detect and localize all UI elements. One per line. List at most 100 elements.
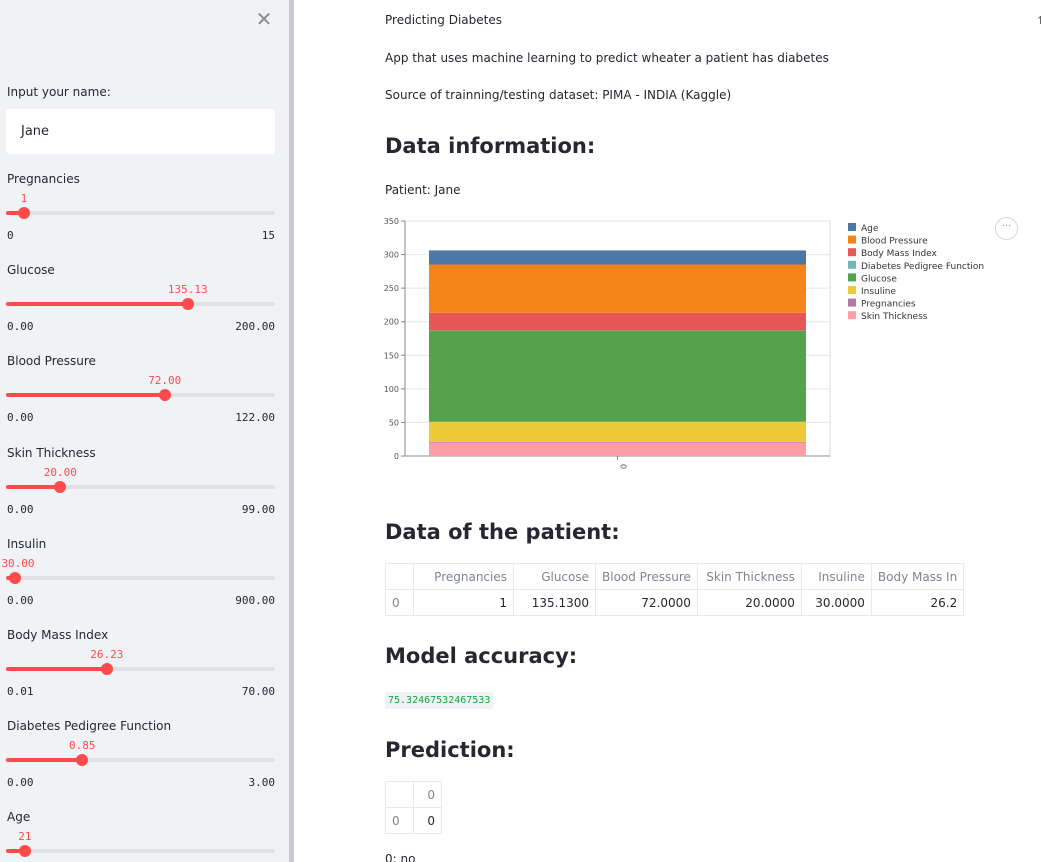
column-header[interactable]: Skin Thickness [696,563,802,590]
legend-swatch [848,260,856,269]
slider[interactable]: 135.13 [6,283,275,323]
accuracy-value: 75.32467532467533 [385,692,494,709]
y-tick-label: 150 [384,351,399,360]
slider-label: Insulin [7,537,47,551]
bar-segment [429,421,806,442]
column-header[interactable]: Pregnancies [413,563,514,590]
bar-segment [429,442,806,456]
slider-fill [6,302,188,306]
column-header[interactable] [385,781,414,808]
slider-thumb[interactable] [181,298,194,310]
slider-max: 200.00 [235,320,275,333]
slider-thumb[interactable] [8,572,21,584]
y-tick-label: 350 [384,217,399,226]
table-cell[interactable]: 1 [413,589,514,616]
slider-min: 0.00 [7,594,34,607]
row-index[interactable]: 0 [385,589,414,616]
slider-fill [6,758,83,762]
app-description: App that uses machine learning to predic… [385,51,829,65]
bar-segment [429,312,806,331]
slider[interactable]: 1 [6,192,275,232]
sidebar-resize-handle[interactable] [289,0,294,862]
table-row: 0 1 135.1300 72.0000 20.0000 30.0000 26.2 [385,589,965,616]
legend-swatch [848,248,856,257]
legend-label: Insuline [861,287,896,297]
slider-max: 3.00 [248,776,276,789]
column-header[interactable]: Blood Pressure [595,563,698,590]
slider-thumb[interactable] [100,663,113,675]
slider-thumb[interactable] [158,389,171,401]
legend-swatch [848,286,856,294]
slider[interactable]: 0.85 [6,739,275,779]
slider[interactable]: 30.00 [1,557,275,597]
column-header[interactable]: Body Mass In [870,563,965,590]
slider-track[interactable] [6,576,275,580]
slider-track[interactable] [6,211,275,215]
slider-label: Age [7,810,31,824]
bar-segment [429,331,806,422]
page-title: Predicting Diabetes [385,13,502,27]
slider-value: 20.00 [43,466,77,479]
slider-fill [6,393,165,397]
slider-min: 0 [7,229,14,242]
slider-min: 0.00 [7,320,34,333]
slider-value: 1 [20,192,28,205]
name-input[interactable]: Jane [6,109,275,154]
table-header-row: 0 [385,781,442,808]
slider-thumb[interactable] [54,481,67,493]
slider-value: 30.00 [1,557,35,570]
patient-data-table-wrapper[interactable]: Pregnancies Glucose Blood Pressure Skin Thi… [385,563,1020,617]
legend-swatch [848,298,856,307]
legend-label: Skin Thickness [861,312,928,322]
slider-max: 70.00 [241,685,275,698]
prediction-table: 000 [385,781,442,834]
table-cell[interactable]: 26.2 [870,589,965,616]
slider[interactable]: 72.00 [6,374,275,414]
slider-thumb[interactable] [17,207,30,219]
slider-max: 900.00 [235,594,275,607]
legend-label: Diabetes Pedigree Function [861,262,984,272]
row-index[interactable]: 0 [385,807,414,834]
chart-more-button[interactable]: ··· [995,217,1018,240]
table-cell[interactable]: 135.1300 [513,589,596,616]
legend-label: Glucose [861,274,897,284]
accuracy-heading: Model accuracy: [385,644,578,668]
slider-track[interactable] [6,849,275,853]
column-header[interactable]: 0 [413,781,442,808]
slider[interactable]: 26.23 [6,648,275,688]
patient-data-heading: Data of the patient: [385,520,620,544]
slider-label: Glucose [7,263,55,277]
table-cell[interactable]: 0 [413,807,442,834]
slider-label: Blood Pressure [7,354,96,368]
legend-swatch [848,235,856,244]
bar-segment [429,250,806,265]
legend-swatch [848,311,856,320]
slider-thumb[interactable] [76,754,89,766]
y-tick-label: 300 [384,251,399,260]
sidebar: ✕ Input your name: Jane Pregnancies 1 0 15 G… [0,0,289,862]
slider-thumb[interactable] [18,845,31,857]
table-cell[interactable]: 30.0000 [800,589,872,616]
slider-label: Pregnancies [7,172,80,186]
column-header[interactable]: Glucose [513,563,596,590]
slider-min: 0.01 [7,685,34,698]
slider-max: 122.00 [235,411,275,424]
close-sidebar-icon[interactable]: ✕ [255,9,273,29]
slider-fill [6,667,107,671]
slider[interactable]: 20.00 [6,466,275,506]
column-header[interactable]: Insuline [800,563,872,590]
name-label: Input your name: [7,85,111,99]
slider-value: 21 [18,830,32,843]
prediction-heading: Prediction: [385,738,515,762]
slider-min: 0.00 [7,503,34,516]
y-tick-label: 200 [384,318,399,327]
data-info-heading: Data information: [385,134,596,158]
table-cell[interactable]: 72.0000 [595,589,698,616]
slider[interactable]: 21 [6,830,275,862]
column-header[interactable] [385,563,414,590]
x-tick-label: 0 [619,464,628,469]
table-cell[interactable]: 20.0000 [696,589,802,616]
bar-segment [429,441,806,443]
patient-line: Patient: Jane [385,183,461,197]
bar-segment [429,264,806,313]
